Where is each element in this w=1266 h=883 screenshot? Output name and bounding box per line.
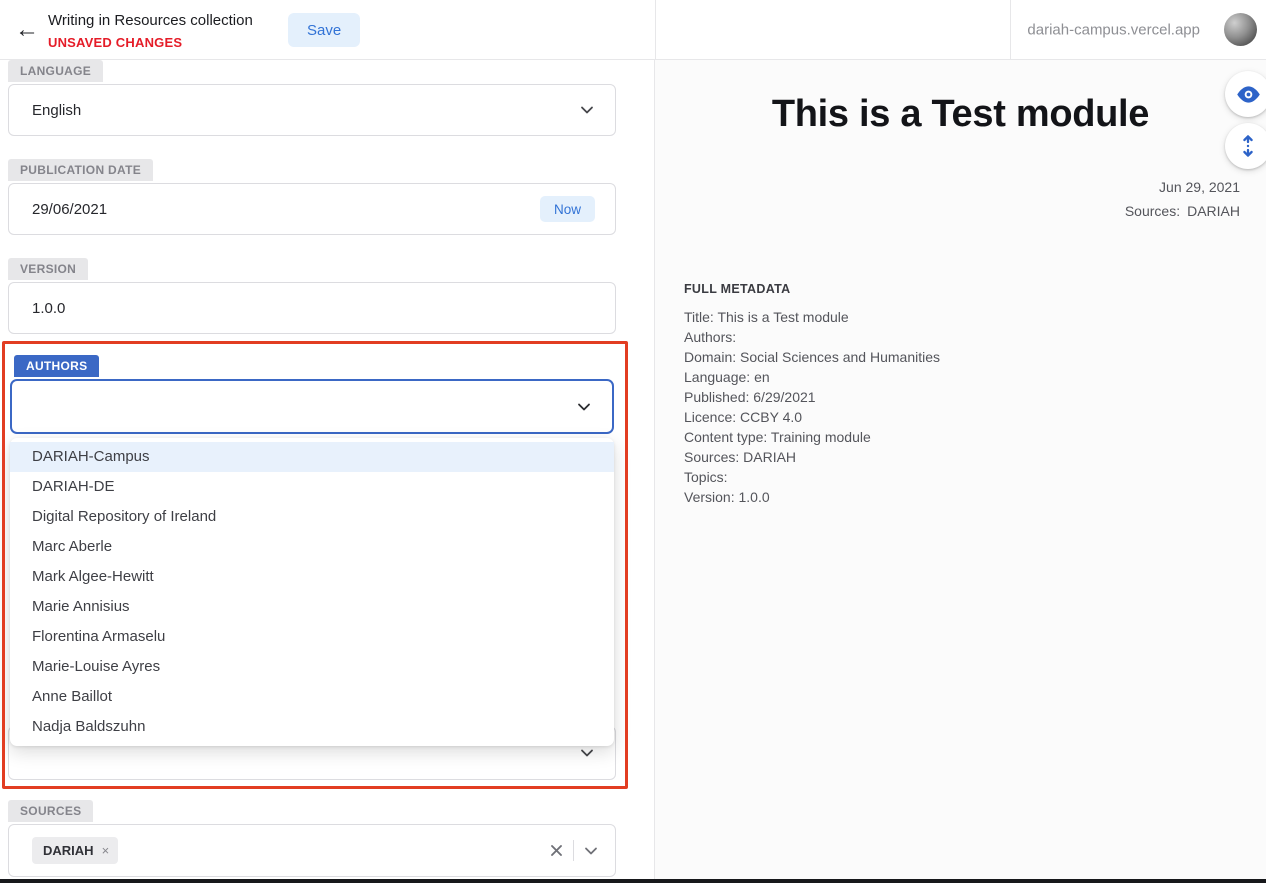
full-metadata-section: FULL METADATA Title: This is a Test modu… [684,282,940,507]
authors-dropdown-list: DARIAH-Campus DARIAH-DE Digital Reposito… [10,438,614,746]
preview-sources-line: Sources: DARIAH [1125,199,1240,223]
language-field-label: LANGUAGE [8,60,103,82]
preview-module-title: This is a Test module [655,93,1266,136]
topbar-divider [655,0,656,59]
page-title: Writing in Resources collection [48,12,253,29]
back-button[interactable]: ← [12,15,42,45]
controls-divider [573,840,574,861]
avatar[interactable] [1224,13,1257,46]
publication-date-field-label: PUBLICATION DATE [8,159,153,181]
editor-form-pane: LANGUAGE English PUBLICATION DATE 29/06/… [0,60,655,883]
chevron-down-icon [583,843,599,859]
source-tag: DARIAH × [32,837,118,864]
publication-date-value: 29/06/2021 [32,201,107,218]
metadata-line: Title: This is a Test module [684,307,940,327]
metadata-line: Published: 6/29/2021 [684,387,940,407]
full-metadata-heading: FULL METADATA [684,282,940,296]
topbar-titles: Writing in Resources collection UNSAVED … [48,12,253,50]
metadata-line: Content type: Training module [684,427,940,447]
preview-sources-value: DARIAH [1187,203,1240,219]
sources-controls [549,840,599,861]
author-option[interactable]: Marie-Louise Ayres [10,652,614,682]
author-option[interactable]: Mark Algee-Hewitt [10,562,614,592]
preview-pane: This is a Test module Jun 29, 2021 Sourc… [655,60,1266,883]
language-value: English [32,102,81,119]
remove-tag-icon[interactable]: × [102,843,110,858]
clear-x-icon [549,843,564,858]
publication-date-input[interactable]: 29/06/2021 Now [8,183,616,235]
chevron-down-icon [579,745,595,761]
topbar: ← Writing in Resources collection UNSAVE… [0,0,1266,60]
eye-icon [1235,81,1262,108]
author-option[interactable]: DARIAH-DE [10,472,614,502]
sources-multiselect[interactable]: DARIAH × [8,824,616,877]
chevron-down-icon [576,399,592,415]
sources-dropdown-button[interactable] [583,843,599,859]
preview-toggle-button[interactable] [1225,71,1266,117]
preview-meta-block: Jun 29, 2021 Sources: DARIAH [1125,175,1240,223]
back-arrow-icon: ← [15,16,39,43]
author-option[interactable]: Florentina Armaselu [10,622,614,652]
chevron-down-icon [579,102,595,118]
language-select[interactable]: English [8,84,616,136]
unsaved-changes-status: UNSAVED CHANGES [48,35,253,50]
window-bottom-edge [0,879,1266,883]
author-option[interactable]: Digital Repository of Ireland [10,502,614,532]
now-button[interactable]: Now [540,196,595,222]
source-tag-label: DARIAH [43,843,94,858]
author-option[interactable]: Marie Annisius [10,592,614,622]
metadata-line: Domain: Social Sciences and Humanities [684,347,940,367]
author-option[interactable]: Anne Baillot [10,682,614,712]
scroll-sync-button[interactable] [1225,123,1266,169]
author-option[interactable]: Marc Aberle [10,532,614,562]
metadata-line: Topics: [684,467,940,487]
authors-field-label: AUTHORS [14,355,99,377]
metadata-line: Authors: [684,327,940,347]
deployment-domain: dariah-campus.vercel.app [1027,21,1200,38]
clear-all-button[interactable] [549,843,564,858]
up-down-arrows-icon [1236,134,1260,158]
main-area: LANGUAGE English PUBLICATION DATE 29/06/… [0,60,1266,883]
authors-combobox[interactable] [10,379,614,434]
version-input[interactable]: 1.0.0 [8,282,616,334]
metadata-line: Sources: DARIAH [684,447,940,467]
save-button[interactable]: Save [288,13,360,47]
version-value: 1.0.0 [32,300,65,317]
metadata-line: Language: en [684,367,940,387]
preview-sources-label: Sources: [1125,203,1180,219]
author-option[interactable]: DARIAH-Campus [10,442,614,472]
version-field-label: VERSION [8,258,88,280]
metadata-line: Version: 1.0.0 [684,487,940,507]
metadata-line: Licence: CCBY 4.0 [684,407,940,427]
sources-field-label: SOURCES [8,800,93,822]
topbar-divider [1010,0,1011,59]
author-option[interactable]: Nadja Baldszuhn [10,712,614,742]
full-metadata-lines: Title: This is a Test module Authors: Do… [684,307,940,507]
preview-date: Jun 29, 2021 [1125,175,1240,199]
